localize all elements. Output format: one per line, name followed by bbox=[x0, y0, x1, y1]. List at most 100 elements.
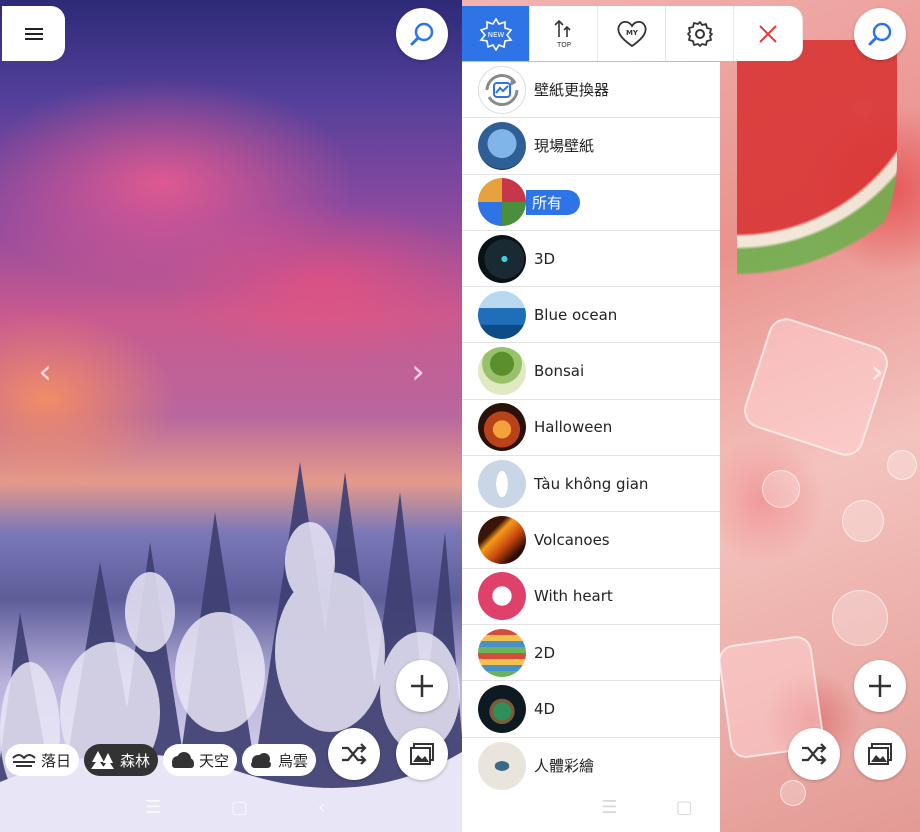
category-drawer: 壁紙更換器 現場壁紙 所有 3D Blue ocean Bonsai Hallo… bbox=[462, 62, 720, 832]
item-label: 4D bbox=[534, 699, 556, 718]
tab-top-label: TOP bbox=[555, 41, 570, 49]
item-label: 現場壁紙 bbox=[534, 137, 595, 156]
system-nav-bar: ☰ ▢ ‹ bbox=[110, 797, 360, 818]
top-icon: TOP bbox=[553, 19, 571, 49]
shuffle-icon bbox=[342, 743, 367, 765]
blue-ocean-thumb bbox=[478, 290, 526, 339]
chip-label: 落日 bbox=[41, 751, 72, 770]
list-item[interactable]: Blue ocean bbox=[462, 287, 720, 344]
tab-top[interactable]: TOP bbox=[530, 6, 598, 61]
item-label: 壁紙更換器 bbox=[534, 81, 610, 100]
item-label: 所有 bbox=[526, 189, 581, 215]
search-button[interactable] bbox=[396, 8, 448, 60]
4d-thumb bbox=[478, 684, 526, 733]
new-badge-icon: NEW bbox=[479, 16, 512, 51]
recents-icon[interactable]: ☰ bbox=[601, 797, 617, 818]
close-drawer-button[interactable] bbox=[734, 6, 803, 61]
drawer-tab-bar: NEW TOP MY bbox=[462, 6, 803, 61]
prev-wallpaper-arrow[interactable]: ‹ bbox=[30, 352, 60, 392]
gallery-button[interactable] bbox=[854, 728, 906, 780]
tab-settings[interactable] bbox=[666, 6, 734, 61]
home-icon[interactable]: ▢ bbox=[676, 797, 693, 818]
search-button[interactable] bbox=[854, 8, 906, 60]
dark-cloud-icon bbox=[251, 753, 272, 768]
list-item[interactable]: Halloween bbox=[462, 400, 720, 457]
bonsai-thumb bbox=[478, 347, 526, 396]
hamburger-icon bbox=[24, 25, 43, 43]
all-category-thumb bbox=[478, 178, 526, 227]
list-item[interactable]: Tàu không gian bbox=[462, 456, 720, 513]
chip-label: 森林 bbox=[120, 751, 151, 770]
bubble-decor bbox=[887, 450, 917, 480]
list-item[interactable]: 2D bbox=[462, 625, 720, 682]
item-label: With heart bbox=[534, 587, 613, 606]
add-button[interactable] bbox=[854, 660, 906, 712]
list-item[interactable]: Bonsai bbox=[462, 343, 720, 400]
list-item[interactable]: 所有 bbox=[462, 175, 720, 231]
halloween-thumb bbox=[478, 403, 526, 452]
spaceship-thumb bbox=[478, 459, 526, 508]
back-icon[interactable]: ‹ bbox=[318, 797, 325, 818]
home-icon[interactable]: ▢ bbox=[231, 797, 248, 818]
list-item[interactable]: 壁紙更換器 bbox=[462, 62, 720, 119]
gallery-icon bbox=[410, 743, 434, 765]
bubble-decor bbox=[832, 590, 888, 646]
bubble-decor bbox=[762, 470, 800, 508]
search-icon bbox=[868, 22, 892, 46]
next-wallpaper-arrow[interactable]: › bbox=[862, 352, 892, 392]
wallpaper-changer-icon bbox=[478, 65, 526, 114]
wallpaper-preview-left: ‹ › 落日 森林 天空 烏雲 ☰ ▢ ‹ bbox=[0, 0, 462, 832]
heart-my-icon: MY bbox=[616, 20, 647, 47]
shuffle-icon bbox=[802, 743, 827, 765]
tab-my-label: MY bbox=[625, 29, 638, 37]
item-label: 2D bbox=[534, 643, 556, 662]
chip-sky[interactable]: 天空 bbox=[163, 744, 238, 776]
body-paint-thumb bbox=[478, 741, 526, 790]
2d-thumb bbox=[478, 628, 526, 677]
search-icon bbox=[410, 22, 434, 46]
add-button[interactable] bbox=[396, 660, 448, 712]
menu-button[interactable] bbox=[2, 6, 65, 61]
category-chips: 落日 森林 天空 烏雲 bbox=[5, 744, 317, 776]
volcano-thumb bbox=[478, 516, 526, 565]
list-item[interactable]: 人體彩繪 bbox=[462, 738, 720, 794]
bubble-decor bbox=[842, 500, 884, 542]
plus-icon bbox=[869, 675, 891, 697]
chip-label: 天空 bbox=[199, 751, 230, 770]
gallery-button[interactable] bbox=[396, 728, 448, 780]
sky-icon bbox=[172, 752, 195, 768]
list-item[interactable]: 4D bbox=[462, 681, 720, 738]
shuffle-button[interactable] bbox=[328, 728, 380, 780]
3d-thumb bbox=[478, 234, 526, 283]
list-item[interactable]: Volcanoes bbox=[462, 512, 720, 569]
chip-forest[interactable]: 森林 bbox=[84, 744, 159, 776]
recents-icon[interactable]: ☰ bbox=[145, 797, 161, 818]
chip-label: 烏雲 bbox=[278, 751, 309, 770]
item-label: Bonsai bbox=[534, 362, 585, 381]
tab-my[interactable]: MY bbox=[598, 6, 666, 61]
item-label: Halloween bbox=[534, 418, 613, 437]
chip-dark-cloud[interactable]: 烏雲 bbox=[242, 744, 317, 776]
gallery-icon bbox=[868, 743, 892, 765]
tab-new[interactable]: NEW bbox=[462, 6, 530, 61]
plus-icon bbox=[411, 675, 433, 697]
sunset-icon bbox=[12, 754, 36, 767]
system-nav-bar: ☰ ▢ bbox=[572, 797, 722, 818]
list-item[interactable]: 現場壁紙 bbox=[462, 118, 720, 175]
gear-icon bbox=[686, 20, 713, 47]
watermelon-slice-decor bbox=[737, 40, 897, 320]
shuffle-button[interactable] bbox=[788, 728, 840, 780]
list-item[interactable]: 3D bbox=[462, 231, 720, 288]
list-item[interactable]: With heart bbox=[462, 569, 720, 625]
item-label: 人體彩繪 bbox=[534, 757, 595, 776]
item-label: Volcanoes bbox=[534, 531, 610, 550]
live-wallpaper-thumb bbox=[478, 121, 526, 170]
close-icon bbox=[759, 24, 777, 43]
heart-thumb bbox=[478, 572, 526, 621]
bubble-decor bbox=[780, 780, 806, 806]
chip-sunset[interactable]: 落日 bbox=[5, 744, 80, 776]
item-label: 3D bbox=[534, 249, 556, 268]
item-label: Blue ocean bbox=[534, 305, 618, 324]
next-wallpaper-arrow[interactable]: › bbox=[403, 352, 433, 392]
item-label: Tàu không gian bbox=[534, 474, 649, 493]
